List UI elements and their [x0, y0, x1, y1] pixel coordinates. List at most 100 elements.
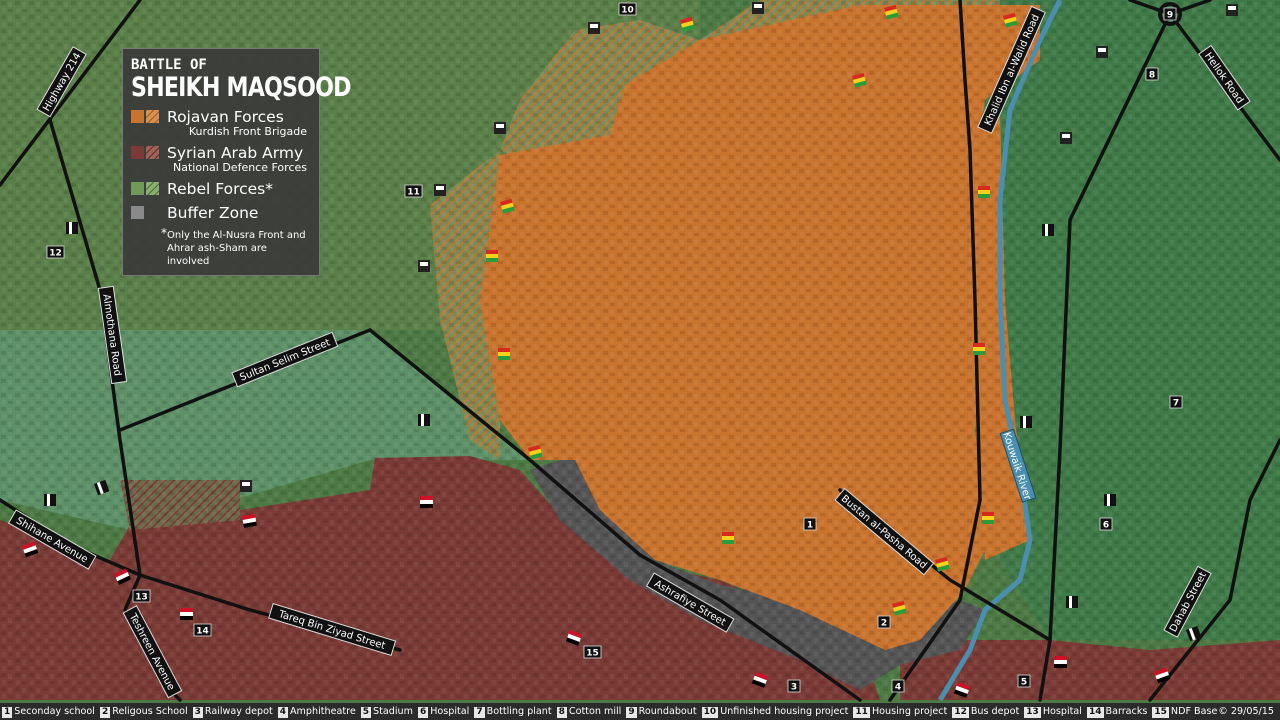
svg-text:15: 15: [586, 649, 599, 659]
marker-4: 4: [891, 679, 905, 693]
legend-label-saa: Syrian Arab Army: [167, 144, 304, 162]
syrian-flag-icon: [242, 513, 257, 528]
location-key-item: 8 Cotton mill: [555, 703, 622, 720]
legend-footnote-star: *: [161, 226, 167, 240]
svg-text:1: 1: [807, 521, 813, 531]
rebel-flag-icon: [588, 22, 600, 34]
syrian-flag-icon: [1054, 656, 1067, 668]
marker-1: 1: [803, 517, 817, 531]
kurdish-flag-icon: [978, 186, 990, 198]
rebel-flag-icon: [44, 494, 56, 506]
svg-text:8: 8: [1149, 71, 1155, 81]
svg-text:9: 9: [1167, 11, 1173, 21]
svg-text:5: 5: [1021, 678, 1027, 688]
legend-row-rebel: Rebel Forces*: [131, 179, 311, 199]
location-key-label: NDF Base: [1170, 706, 1218, 717]
legend-sub-saa: National Defence Forces: [173, 161, 307, 174]
rebel-flag-icon: [752, 2, 764, 14]
location-key-item: 15 NDF Base: [1150, 703, 1217, 720]
location-key-number: 2: [99, 707, 111, 718]
saa-hatch-swatch: [146, 146, 159, 159]
location-key-label: Cotton mill: [568, 706, 622, 717]
location-key-item: 11 Housing project: [851, 703, 947, 720]
location-key-label: Hospital: [1042, 706, 1082, 717]
location-key-number: 6: [417, 707, 429, 718]
svg-text:12: 12: [49, 249, 62, 259]
location-key-item: 1 Seconday school: [0, 703, 95, 720]
kurdish-flag-icon: [486, 250, 498, 262]
marker-6: 6: [1099, 517, 1113, 531]
location-key-item: 12 Bus depot: [950, 703, 1019, 720]
syrian-flag-icon: [420, 496, 433, 508]
saa-swatch: [131, 146, 144, 159]
location-key-label: Bus depot: [970, 706, 1020, 717]
rebel-flag-icon: [66, 222, 78, 234]
location-key-number: 9: [626, 707, 637, 718]
location-key-number: 5: [360, 707, 372, 718]
location-key-number: 7: [474, 707, 485, 718]
syrian-flag-icon: [180, 608, 193, 620]
location-key-number: 14: [1086, 707, 1104, 718]
location-key-number: 8: [556, 707, 567, 718]
legend-kicker: BATTLE OF: [131, 57, 207, 73]
kurdish-flag-icon: [982, 512, 994, 524]
location-key-label: Unfinished housing project: [720, 706, 849, 717]
rebel-flag-icon: [418, 414, 430, 426]
map-date: © 29/05/15: [1218, 706, 1274, 717]
legend-row-rojavan: Rojavan Forces: [131, 107, 311, 127]
location-key-item: 7 Bottling plant: [472, 703, 552, 720]
location-key-items: 1 Seconday school 2 Religous School 3 Railway…: [0, 703, 1220, 720]
location-key-label: Religous School: [112, 706, 188, 717]
rojavan-swatch: [131, 110, 144, 123]
svg-text:2: 2: [881, 619, 887, 629]
rebel-hatch-swatch: [146, 182, 159, 195]
legend-row-buffer: Buffer Zone: [131, 203, 311, 223]
svg-text:4: 4: [895, 683, 901, 693]
marker-2: 2: [877, 615, 891, 629]
buffer-swatch: [131, 206, 144, 219]
location-key-label: Bottling plant: [486, 706, 552, 717]
rebel-flag-icon: [1096, 46, 1108, 58]
legend-footnote-text: Only the Al-Nusra Front and Ahrar ash-Sh…: [167, 230, 306, 267]
marker-14: 14: [193, 623, 212, 637]
marker-13: 13: [132, 589, 151, 603]
location-key-number: 11: [853, 707, 870, 718]
legend-label-rojavan: Rojavan Forces: [167, 108, 284, 126]
legend-footnote: * Only the Al-Nusra Front and Ahrar ash-…: [131, 226, 311, 268]
rebel-flag-icon: [418, 260, 430, 272]
location-key-label: Seconday school: [14, 706, 95, 717]
location-key-number: 12: [952, 707, 969, 718]
marker-5: 5: [1017, 674, 1031, 688]
location-key-label: Barracks: [1105, 706, 1148, 717]
location-key-label: Stadium: [373, 706, 413, 717]
location-key-number: 3: [192, 707, 203, 718]
location-key-label: Hospital: [430, 706, 470, 717]
kurdish-flag-icon: [973, 343, 985, 355]
location-key-item: 3 Railway depot: [191, 703, 273, 720]
rebel-flag-icon: [1020, 416, 1032, 428]
location-key-number: 4: [277, 707, 288, 718]
location-key-label: Roundabout: [638, 706, 697, 717]
marker-7: 7: [1169, 395, 1183, 409]
location-key-label: Railway depot: [204, 706, 273, 717]
location-key-item: 4 Amphitheatre: [276, 703, 356, 720]
marker-11: 11: [404, 184, 423, 198]
svg-text:10: 10: [621, 6, 634, 16]
svg-text:7: 7: [1173, 399, 1179, 409]
marker-9: 9: [1163, 7, 1177, 21]
rebel-flag-icon: [1042, 224, 1054, 236]
location-key-number: 13: [1024, 707, 1041, 718]
location-key-item: 13 Hospital: [1022, 703, 1082, 720]
location-key-number: 10: [701, 707, 719, 718]
rebel-flag-icon: [494, 122, 506, 134]
rebel-flag-icon: [1066, 596, 1078, 608]
rojavan-hatch-swatch: [146, 110, 159, 123]
svg-text:13: 13: [135, 593, 148, 603]
location-key-item: 14 Barracks: [1085, 703, 1147, 720]
svg-text:6: 6: [1103, 521, 1109, 531]
location-key-label: Housing project: [871, 706, 948, 717]
location-key-number: 1: [2, 707, 13, 718]
marker-8: 8: [1145, 67, 1159, 81]
location-key-label: Amphitheatre: [289, 706, 356, 717]
legend-label-rebel: Rebel Forces*: [167, 180, 273, 198]
